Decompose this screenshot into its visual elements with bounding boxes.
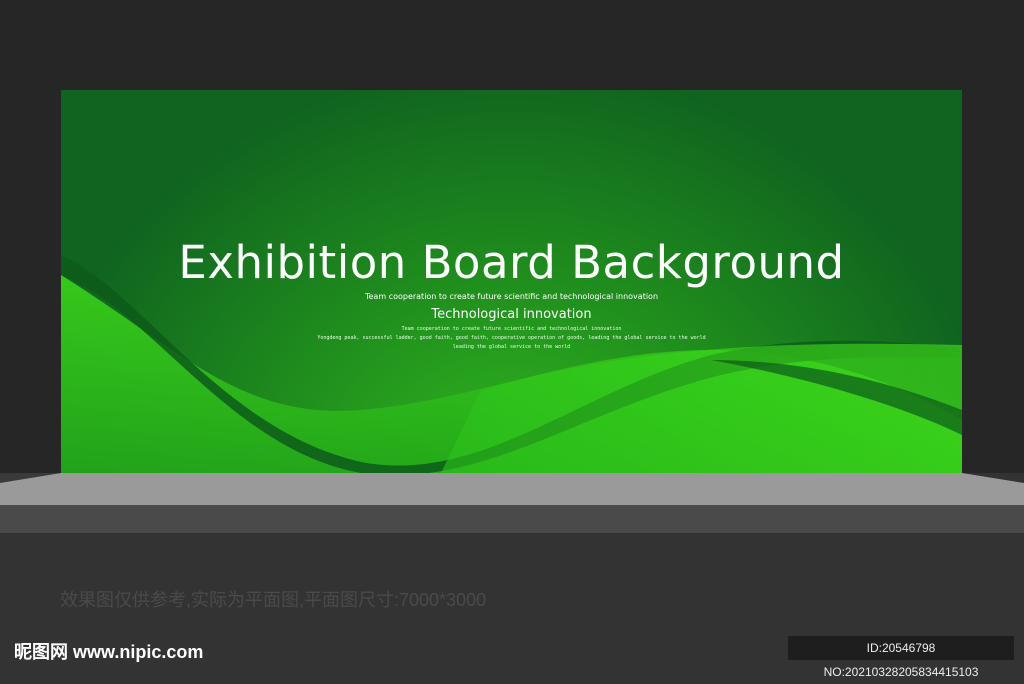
board-subtitle: Technological innovation	[431, 307, 592, 322]
exhibition-board: Exhibition Board Background Team coopera…	[61, 90, 962, 473]
board-tagline: Team cooperation to create future scient…	[364, 292, 659, 301]
board-text-line: Yongdeng peak, successful ladder, good f…	[317, 335, 706, 341]
size-note: 效果图仅供参考,实际为平面图,平面图尺寸:7000*3000	[60, 590, 487, 610]
stage-floor	[0, 473, 1024, 505]
watermark-id: ID:20546798 NO:20210328205834415103	[788, 636, 1014, 679]
board-title: Exhibition Board Background	[178, 236, 845, 289]
board-text-line: leading the global service to the world	[452, 344, 571, 350]
board-text-line: Team cooperation to create future scient…	[401, 326, 622, 332]
watermark-logo: 昵图网 www.nipic.com	[14, 642, 204, 662]
stage-front	[0, 505, 1024, 533]
